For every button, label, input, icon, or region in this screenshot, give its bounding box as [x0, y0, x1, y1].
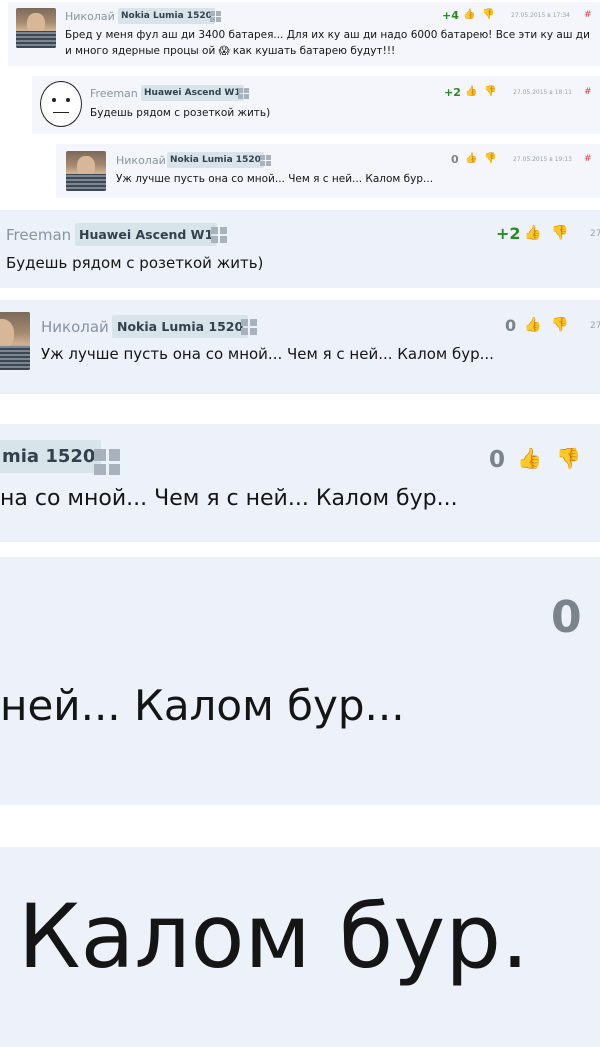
comment-score: 0 — [505, 316, 517, 335]
windows-icon — [238, 88, 249, 99]
comment-text: Бред у меня фул аш ди 3400 батарея... Дл… — [65, 29, 590, 41]
device-badge[interactable]: Nokia Lumia 1520 — [112, 315, 249, 338]
comment-author[interactable]: Николай — [116, 154, 166, 167]
avatar[interactable] — [40, 81, 82, 127]
comment-text: ней... Калом бур... — [0, 681, 405, 730]
permalink-link[interactable]: # — [584, 154, 592, 164]
avatar[interactable] — [0, 312, 30, 370]
dislike-icon[interactable]: 👎 — [556, 448, 581, 468]
permalink-link[interactable]: # — [584, 10, 592, 20]
comment-score: +2 — [444, 86, 461, 99]
comment-text: Калом бур. — [18, 885, 530, 988]
comment-text: Уж лучше пусть она со мной... Чем я с не… — [116, 173, 434, 185]
comment-date[interactable]: 27.05.2015 в 19:13 — [513, 156, 572, 163]
windows-icon — [211, 227, 227, 243]
comment-text: Будешь рядом с розеткой жить) — [90, 107, 271, 119]
comment-score: 0 — [489, 447, 506, 473]
like-icon[interactable]: 👍 — [465, 154, 477, 164]
comment-text: Уж лучше пусть она со мной... Чем я с не… — [41, 345, 494, 363]
windows-icon — [241, 319, 257, 335]
dislike-icon[interactable]: 👎 — [551, 318, 568, 332]
avatar[interactable] — [66, 151, 106, 191]
dislike-icon[interactable]: 👎 — [484, 87, 496, 97]
comment-score: +2 — [496, 224, 521, 243]
comment-author[interactable]: Николай — [65, 10, 115, 23]
like-icon[interactable]: 👍 — [524, 226, 541, 240]
comment-author[interactable]: Freeman — [6, 226, 71, 244]
windows-icon — [210, 11, 221, 22]
comment-card — [32, 76, 600, 134]
device-badge[interactable]: Huawei Ascend W1 — [75, 223, 218, 246]
dislike-icon[interactable]: 👎 — [484, 154, 496, 164]
windows-icon — [94, 449, 120, 475]
comment-score: 0 — [551, 592, 582, 643]
avatar[interactable] — [16, 8, 56, 48]
like-icon[interactable]: 👍 — [517, 448, 542, 468]
like-icon[interactable]: 👍 — [463, 10, 475, 20]
device-badge[interactable]: Nokia Lumia 1520 — [118, 8, 215, 24]
dislike-icon[interactable]: 👎 — [551, 226, 568, 240]
permalink-link[interactable]: # — [584, 87, 592, 97]
comment-text: и много ядерные процы ой 😱 как кушать ба… — [65, 45, 396, 57]
comment-text: на со мной... Чем я с ней... Калом бур..… — [0, 486, 458, 511]
windows-icon — [260, 155, 271, 166]
comment-author[interactable]: Николай — [41, 318, 109, 336]
dislike-icon[interactable]: 👎 — [482, 10, 494, 20]
comment-date[interactable]: 27 — [590, 229, 600, 239]
device-badge[interactable]: mia 1520 — [0, 440, 102, 473]
comment-score: +4 — [442, 9, 459, 22]
device-badge[interactable]: Nokia Lumia 1520 — [167, 152, 264, 168]
comment-date[interactable]: 27.05.2015 в 18:11 — [513, 89, 572, 96]
comment-author[interactable]: Freeman — [90, 87, 138, 100]
like-icon[interactable]: 👍 — [465, 87, 477, 97]
comment-date[interactable]: 27.05.2015 в 17:34 — [511, 12, 570, 19]
comment-score: 0 — [451, 153, 459, 166]
zoom-panel — [0, 210, 600, 288]
comment-text: Будешь рядом с розеткой жить) — [6, 254, 264, 272]
device-badge[interactable]: Huawei Ascend W1 — [141, 85, 244, 101]
comment-date[interactable]: 27 — [590, 321, 600, 331]
comment-card — [56, 144, 600, 198]
like-icon[interactable]: 👍 — [524, 318, 541, 332]
